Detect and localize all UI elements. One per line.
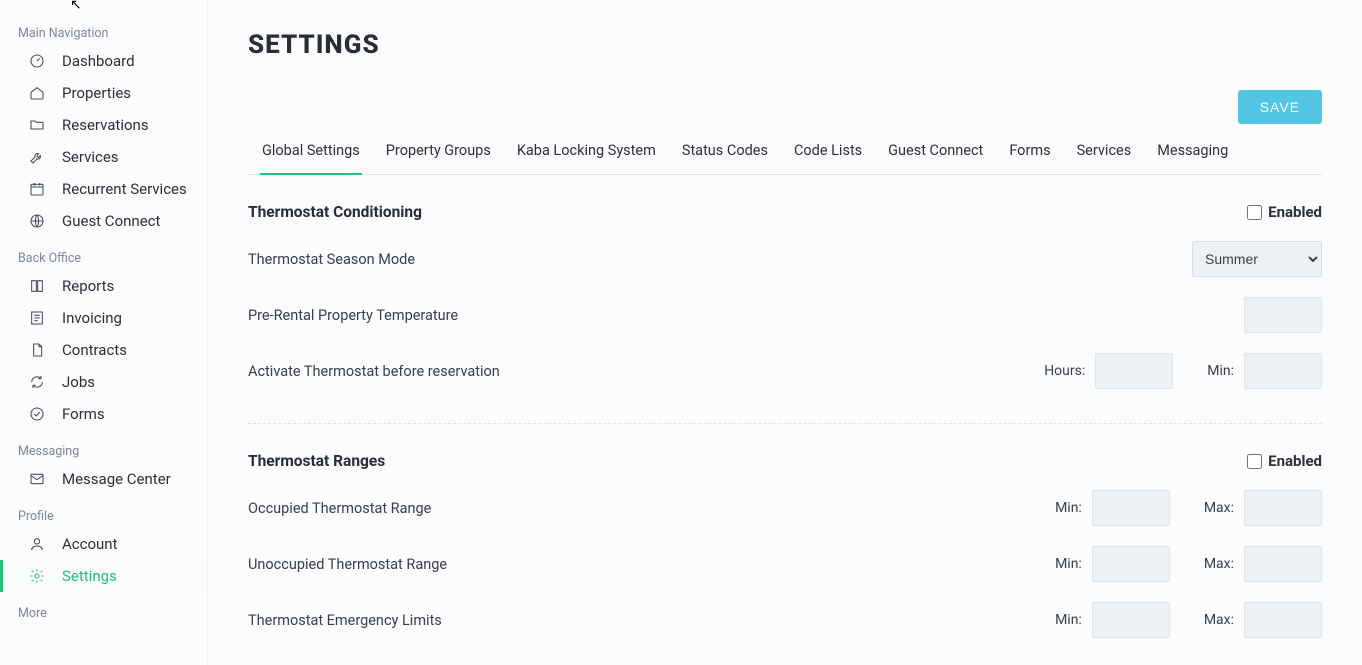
sidebar-item-guest-connect[interactable]: Guest Connect bbox=[0, 205, 207, 237]
sidebar-item-message-center[interactable]: Message Center bbox=[0, 463, 207, 495]
globe-icon bbox=[28, 212, 46, 230]
sidebar-item-label: Settings bbox=[62, 567, 117, 585]
emergency-limits-label: Thermostat Emergency Limits bbox=[248, 612, 442, 629]
pre-rental-temp-input[interactable] bbox=[1244, 297, 1322, 333]
tab-global-settings[interactable]: Global Settings bbox=[260, 132, 362, 175]
activate-before-label: Activate Thermostat before reservation bbox=[248, 363, 500, 380]
sidebar-item-settings[interactable]: Settings bbox=[0, 560, 207, 592]
occupied-max-input[interactable] bbox=[1244, 490, 1322, 526]
folder-icon bbox=[28, 116, 46, 134]
max-label: Max: bbox=[1204, 612, 1234, 628]
activate-hours-input[interactable] bbox=[1095, 353, 1173, 389]
tab-property-groups[interactable]: Property Groups bbox=[384, 132, 493, 175]
activate-min-input[interactable] bbox=[1244, 353, 1322, 389]
unoccupied-max-input[interactable] bbox=[1244, 546, 1322, 582]
thermostat-ranges-heading: Thermostat Ranges bbox=[248, 452, 385, 470]
tabs: Global Settings Property Groups Kaba Loc… bbox=[248, 132, 1322, 175]
occupied-min-input[interactable] bbox=[1092, 490, 1170, 526]
enabled-label: Enabled bbox=[1268, 203, 1322, 221]
thermostat-conditioning-enabled[interactable]: Enabled bbox=[1247, 203, 1322, 221]
thermostat-ranges-enabled-checkbox[interactable] bbox=[1247, 454, 1262, 469]
emergency-max-input[interactable] bbox=[1244, 602, 1322, 638]
sidebar-section-messaging: Messaging bbox=[0, 430, 207, 463]
tab-kaba-locking-system[interactable]: Kaba Locking System bbox=[515, 132, 658, 175]
sidebar-item-label: Recurrent Services bbox=[62, 180, 187, 198]
sidebar-section-more: More bbox=[0, 592, 207, 625]
sidebar-item-properties[interactable]: Properties bbox=[0, 77, 207, 109]
sidebar-item-label: Dashboard bbox=[62, 52, 135, 70]
sidebar-item-recurrent-services[interactable]: Recurrent Services bbox=[0, 173, 207, 205]
sidebar-item-invoicing[interactable]: Invoicing bbox=[0, 302, 207, 334]
sidebar-item-label: Jobs bbox=[62, 373, 95, 391]
thermostat-ranges-enabled[interactable]: Enabled bbox=[1247, 452, 1322, 470]
sidebar-section-main: Main Navigation bbox=[0, 12, 207, 45]
sidebar-item-label: Forms bbox=[62, 405, 105, 423]
hours-label: Hours: bbox=[1044, 363, 1085, 379]
thermostat-conditioning-enabled-checkbox[interactable] bbox=[1247, 205, 1262, 220]
save-button[interactable]: SAVE bbox=[1238, 90, 1322, 124]
sidebar-item-jobs[interactable]: Jobs bbox=[0, 366, 207, 398]
sidebar-item-label: Contracts bbox=[62, 341, 127, 359]
sidebar-item-contracts[interactable]: Contracts bbox=[0, 334, 207, 366]
sidebar-item-account[interactable]: Account bbox=[0, 528, 207, 560]
check-circle-icon bbox=[28, 405, 46, 423]
max-label: Max: bbox=[1204, 500, 1234, 516]
occupied-range-label: Occupied Thermostat Range bbox=[248, 500, 431, 517]
tab-forms[interactable]: Forms bbox=[1007, 132, 1052, 175]
sidebar-item-label: Guest Connect bbox=[62, 212, 160, 230]
calendar-icon bbox=[28, 180, 46, 198]
sidebar-item-label: Reports bbox=[62, 277, 114, 295]
tab-guest-connect[interactable]: Guest Connect bbox=[886, 132, 985, 175]
emergency-min-input[interactable] bbox=[1092, 602, 1170, 638]
gauge-icon bbox=[28, 52, 46, 70]
home-icon bbox=[28, 84, 46, 102]
season-mode-label: Thermostat Season Mode bbox=[248, 251, 415, 268]
unoccupied-min-input[interactable] bbox=[1092, 546, 1170, 582]
min-label: Min: bbox=[1055, 500, 1082, 516]
max-label: Max: bbox=[1204, 556, 1234, 572]
tab-services[interactable]: Services bbox=[1075, 132, 1134, 175]
sidebar-item-label: Properties bbox=[62, 84, 131, 102]
tab-code-lists[interactable]: Code Lists bbox=[792, 132, 864, 175]
section-thermostat-ranges: Thermostat Ranges Enabled Occupied Therm… bbox=[248, 424, 1322, 665]
refresh-icon bbox=[28, 373, 46, 391]
section-thermostat-conditioning: Thermostat Conditioning Enabled Thermost… bbox=[248, 175, 1322, 424]
enabled-label: Enabled bbox=[1268, 452, 1322, 470]
sidebar-item-services[interactable]: Services bbox=[0, 141, 207, 173]
sidebar-item-reports[interactable]: Reports bbox=[0, 270, 207, 302]
wrench-icon bbox=[28, 148, 46, 166]
tab-status-codes[interactable]: Status Codes bbox=[680, 132, 770, 175]
tab-messaging[interactable]: Messaging bbox=[1155, 132, 1230, 175]
document-icon bbox=[28, 341, 46, 359]
thermostat-conditioning-heading: Thermostat Conditioning bbox=[248, 203, 422, 221]
sidebar-item-reservations[interactable]: Reservations bbox=[0, 109, 207, 141]
min-label: Min: bbox=[1055, 612, 1082, 628]
season-mode-select[interactable]: Summer bbox=[1192, 241, 1322, 277]
sidebar-item-label: Services bbox=[62, 148, 119, 166]
sidebar-section-profile: Profile bbox=[0, 495, 207, 528]
min-label: Min: bbox=[1055, 556, 1082, 572]
user-icon bbox=[28, 535, 46, 553]
unoccupied-range-label: Unoccupied Thermostat Range bbox=[248, 556, 447, 573]
sidebar: Main Navigation Dashboard Properties Res… bbox=[0, 0, 208, 665]
invoice-icon bbox=[28, 309, 46, 327]
book-icon bbox=[28, 277, 46, 295]
sidebar-item-label: Invoicing bbox=[62, 309, 122, 327]
mail-icon bbox=[28, 470, 46, 488]
main-content: SETTINGS SAVE Global Settings Property G… bbox=[208, 0, 1362, 665]
sidebar-item-dashboard[interactable]: Dashboard bbox=[0, 45, 207, 77]
sidebar-item-label: Reservations bbox=[62, 116, 149, 134]
sidebar-item-label: Account bbox=[62, 535, 118, 553]
gear-icon bbox=[28, 567, 46, 585]
sidebar-item-forms[interactable]: Forms bbox=[0, 398, 207, 430]
sidebar-item-label: Message Center bbox=[62, 470, 171, 488]
min-label: Min: bbox=[1207, 363, 1234, 379]
pre-rental-temp-label: Pre-Rental Property Temperature bbox=[248, 307, 458, 324]
sidebar-section-back: Back Office bbox=[0, 237, 207, 270]
page-title: SETTINGS bbox=[248, 30, 1322, 60]
